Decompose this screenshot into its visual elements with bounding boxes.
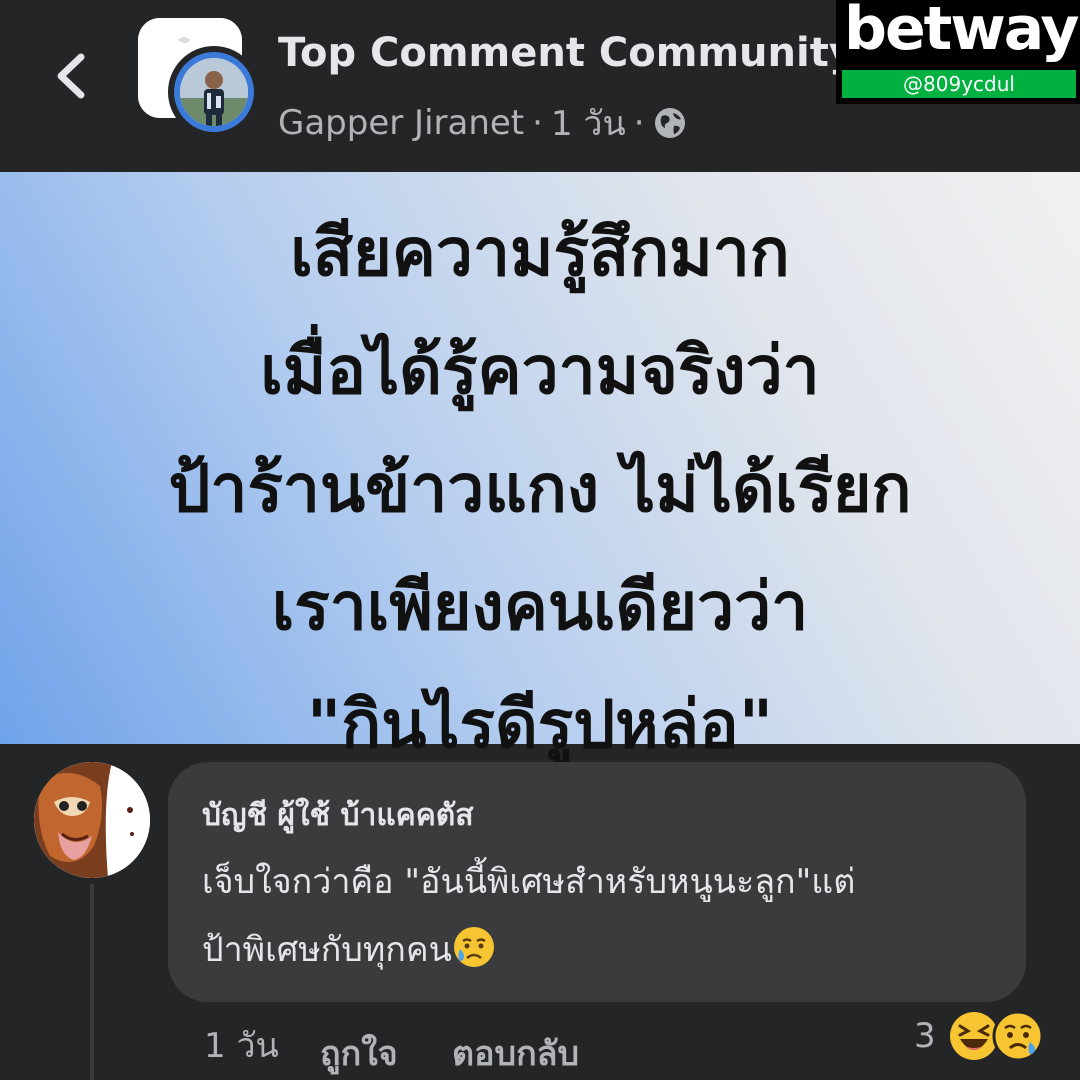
post-image[interactable]: เสียความรู้สึกมาก เมื่อได้รู้ความจริงว่า… [0,172,1080,763]
group-name[interactable]: Top Comment Community [278,30,855,76]
reaction-count: 3 [914,1016,936,1056]
like-button[interactable]: ถูกใจ [320,1026,398,1080]
commenter-avatar[interactable] [34,762,150,878]
post-time[interactable]: 1 วัน [551,96,626,150]
comment-text: เจ็บใจกว่าคือ "อันนี้พิเศษสำหรับหนูนะลูก… [202,848,1002,984]
crying-face-icon [453,927,494,967]
post-line: เมื่อได้รู้ความจริงว่า [260,332,820,409]
meta-separator: · [633,103,645,143]
meta-separator: · [532,103,543,143]
comment-line: ป้าพิเศษกับทุกคน [202,930,452,970]
post-meta: Gapper Jiranet · 1 วัน · [278,96,687,150]
watermark-handle: @809ycdul [842,70,1076,98]
betway-watermark: betway @809ycdul [836,0,1080,104]
post-line: เสียความรู้สึกมาก [290,214,790,291]
post-line: ป้าร้านข้าวแกง ไม่ได้เรียก [168,450,912,527]
reply-button[interactable]: ตอบกลับ [452,1026,579,1080]
author-name[interactable]: Gapper Jiranet [278,103,524,143]
globe-icon [654,108,685,138]
comment-bubble[interactable]: บัญชี ผู้ใช้ บ้าแคคตัส เจ็บใจกว่าคือ "อั… [168,762,1026,1002]
chevron-left-icon [57,53,85,99]
back-button[interactable] [46,48,94,104]
commenter-name[interactable]: บัญชี ผู้ใช้ บ้าแคคตัส [202,792,474,839]
post-image-text: เสียความรู้สึกมาก เมื่อได้รู้ความจริงว่า… [0,194,1080,784]
comment-line: เจ็บใจกว่าคือ "อันนี้พิเศษสำหรับหนูนะลูก… [202,862,856,902]
betway-logo: betway [844,0,1080,64]
post-line: เราเพียงคนเดียวว่า [271,568,809,645]
thread-line [90,884,94,1080]
reaction-summary[interactable]: 3 [914,1010,1044,1062]
author-avatar[interactable] [168,46,260,138]
comment-line-2: ป้าพิเศษกับทุกคน [202,916,1002,984]
sad-face-icon [992,1010,1044,1062]
comment-time[interactable]: 1 วัน [204,1018,279,1072]
